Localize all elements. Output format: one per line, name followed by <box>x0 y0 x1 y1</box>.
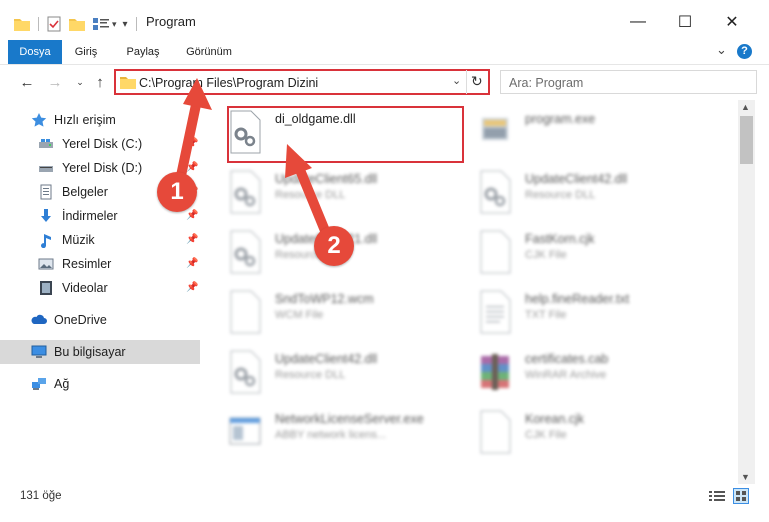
step-2-badge: 2 <box>314 226 354 266</box>
annotation-overlay <box>173 78 333 243</box>
arrow-2 <box>285 144 333 243</box>
step-1-badge: 1 <box>157 172 197 212</box>
